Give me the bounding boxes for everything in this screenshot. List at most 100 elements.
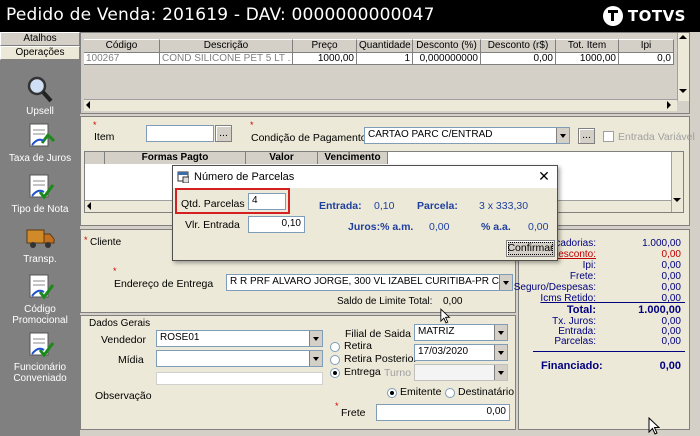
grid-col-header[interactable]: Descrição xyxy=(160,39,293,52)
grid-col-header[interactable]: Código xyxy=(84,39,160,52)
endereco-entrega-select[interactable]: R R PRF ALVARO JORGE, 300 VL IZABEL CURI… xyxy=(226,274,513,291)
saldo-limite-label: Saldo de Limite Total: xyxy=(337,296,433,307)
retira-posterior-radio[interactable] xyxy=(330,355,340,365)
sidebar-item-funcionario-conveniado[interactable]: Funcionário Conveniado xyxy=(0,330,80,384)
totals-row-label: Ipi: xyxy=(582,260,596,271)
table-row[interactable]: 100267 COND SILICONE PET 5 LT . . 1000,0… xyxy=(84,52,674,65)
retira-posterior-date-value: 17/03/2020 xyxy=(418,346,469,357)
grid-col-header[interactable]: Tot. Item xyxy=(556,39,619,52)
app-window-icon xyxy=(177,171,189,183)
percent-document-icon xyxy=(24,121,56,151)
frete-input[interactable]: 0,00 xyxy=(376,404,510,421)
window-title: Pedido de Venda: 201619 - DAV: 000000000… xyxy=(6,5,435,25)
midia-description-field xyxy=(156,372,323,385)
entrega-radio[interactable] xyxy=(330,368,340,378)
emitente-radio[interactable] xyxy=(387,388,397,398)
juros-aa-label: % a.a. xyxy=(481,221,511,233)
scroll-left-icon[interactable] xyxy=(86,101,90,109)
condicao-search-button[interactable]: ... xyxy=(578,128,595,144)
title-bar: Pedido de Venda: 201619 - DAV: 000000000… xyxy=(0,0,700,32)
midia-select[interactable] xyxy=(156,350,323,367)
item-input[interactable] xyxy=(146,125,214,142)
total-label: Total: xyxy=(566,304,596,316)
cell-quantidade: 1 xyxy=(357,53,413,64)
grid-col-header[interactable]: Ipi xyxy=(619,39,674,52)
emitente-label: Emitente xyxy=(400,386,442,398)
item-search-button[interactable]: ... xyxy=(215,125,232,142)
turno-select[interactable] xyxy=(414,364,508,381)
juros-am-value: 0,00 xyxy=(429,221,450,233)
retira-posterior-date[interactable]: 17/03/2020 xyxy=(414,344,508,361)
filial-saida-label: Filial de Saida xyxy=(345,328,411,340)
scroll-up-icon[interactable] xyxy=(679,35,687,39)
payment-grid-header: Formas Pagto Valor Vencimento xyxy=(85,152,388,164)
qtd-parcelas-input[interactable]: 4 xyxy=(248,193,286,210)
chevron-down-icon[interactable] xyxy=(309,331,322,346)
entrada-variavel-checkbox[interactable] xyxy=(603,131,614,142)
retira-label: Retira xyxy=(344,340,373,352)
scroll-left-icon[interactable] xyxy=(87,202,91,210)
juros-aa-value: 0,00 xyxy=(528,221,549,233)
cell-ipi: 0,0 xyxy=(619,53,674,64)
mouse-cursor-icon xyxy=(440,308,451,324)
endereco-entrega-value: R R PRF ALVARO JORGE, 300 VL IZABEL CURI… xyxy=(230,276,513,287)
sidebar-item-label: Upsell xyxy=(26,106,54,117)
sidebar-item-taxa-de-juros[interactable]: Taxa de Juros xyxy=(0,121,80,164)
sidebar-item-tipo-de-nota[interactable]: Tipo de Nota xyxy=(0,172,80,215)
cell-codigo: 100267 xyxy=(84,53,160,64)
sidebar-item-transp[interactable]: Transp. xyxy=(0,222,80,265)
retira-radio[interactable] xyxy=(330,342,340,352)
filial-saida-select[interactable]: MATRIZ xyxy=(414,324,508,341)
sidebar-item-upsell[interactable]: Upsell xyxy=(0,74,80,117)
grid-col-header[interactable]: Preço xyxy=(293,39,357,52)
sidebar-item-codigo-promocional[interactable]: Código Promocional xyxy=(0,272,80,326)
sidebar-item-label: Taxa de Juros xyxy=(8,153,72,164)
document-check-icon xyxy=(24,272,56,302)
item-label: Item xyxy=(94,131,115,143)
cell-desconto-pct: 0,000000000 xyxy=(413,53,481,64)
grid-col-header[interactable]: Quantidade xyxy=(357,39,413,52)
sidebar-item-label: Transp. xyxy=(23,254,57,265)
grid-col-header[interactable]: Desconto (r$) xyxy=(481,39,556,52)
vlr-entrada-input[interactable]: 0,10 xyxy=(248,216,305,233)
confirmar-button[interactable]: Confirmar xyxy=(506,240,555,257)
sidebar-item-label: Código Promocional xyxy=(12,304,68,326)
tab-atalhos[interactable]: Atalhos xyxy=(0,32,80,46)
mouse-cursor-icon xyxy=(648,417,661,435)
totals-row-value: 1.000,00 xyxy=(642,238,681,249)
chevron-down-icon[interactable] xyxy=(556,128,569,143)
observacao-field[interactable] xyxy=(156,386,326,406)
filial-saida-value: MATRIZ xyxy=(418,326,455,337)
sidebar: Atalhos Operações Upsell Taxa de Juros T… xyxy=(0,32,80,436)
items-grid: Código Descrição Preço Quantidade Descon… xyxy=(80,32,690,114)
scroll-down-icon[interactable] xyxy=(679,89,687,93)
chevron-down-icon[interactable] xyxy=(309,351,322,366)
destinatario-radio[interactable] xyxy=(445,388,455,398)
grid-col-header[interactable]: Desconto (%) xyxy=(413,39,481,52)
scroll-down-icon[interactable] xyxy=(673,198,681,202)
entrega-label: Entrega xyxy=(344,366,381,378)
numero-parcelas-dialog: Número de Parcelas ✕ Qtd. Parcelas 4 Vlr… xyxy=(172,165,558,261)
cell-tot-item: 1000,00 xyxy=(556,53,619,64)
grid-vertical-scrollbar[interactable] xyxy=(677,33,689,101)
payment-vertical-scrollbar[interactable] xyxy=(671,152,683,212)
observacao-label: Observação xyxy=(95,390,152,402)
total-value: 1.000,00 xyxy=(638,304,681,316)
cell-preco: 1000,00 xyxy=(293,53,357,64)
grid-col-header[interactable]: Valor xyxy=(246,152,318,164)
tab-operacoes[interactable]: Operações xyxy=(0,46,80,60)
vendedor-select[interactable]: ROSE01 xyxy=(156,330,323,347)
grid-col-header[interactable]: Formas Pagto xyxy=(105,152,246,164)
scroll-right-icon[interactable] xyxy=(667,101,671,109)
entrada-value: 0,10 xyxy=(374,200,395,212)
grid-col-header[interactable]: Vencimento xyxy=(318,152,388,164)
vendedor-value: ROSE01 xyxy=(160,332,200,343)
chevron-down-icon[interactable] xyxy=(494,365,507,380)
close-icon[interactable]: ✕ xyxy=(537,168,551,184)
endereco-entrega-label: Endereço de Entrega xyxy=(114,278,214,290)
turno-label: Turno xyxy=(384,367,412,379)
dados-gerais-section-label: Dados Gerais xyxy=(89,318,151,329)
truck-icon xyxy=(24,222,56,252)
grid-horizontal-scrollbar[interactable] xyxy=(84,99,677,111)
condicao-pagamento-select[interactable]: CARTAO PARC C/ENTRAD xyxy=(364,127,570,144)
